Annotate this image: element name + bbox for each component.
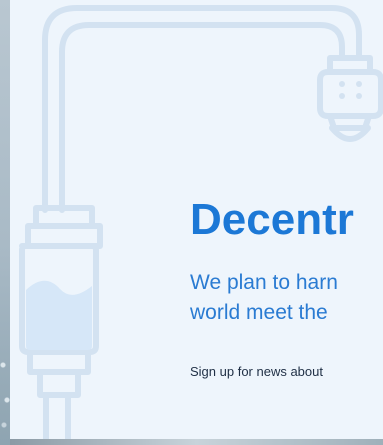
newsletter-prompt: Sign up for news about: [190, 364, 323, 379]
hero-section: Decentr We plan to harn world meet the S…: [10, 0, 383, 439]
hero-description: We plan to harn world meet the: [190, 268, 383, 328]
page-viewport: Decentr We plan to harn world meet the S…: [0, 0, 383, 445]
bottom-edge: [10, 439, 383, 445]
background-strip: [0, 0, 10, 445]
hero-title: Decentr: [190, 195, 354, 244]
hero-description-line: We plan to harn: [190, 271, 338, 294]
hero-description-line: world meet the: [190, 301, 328, 324]
